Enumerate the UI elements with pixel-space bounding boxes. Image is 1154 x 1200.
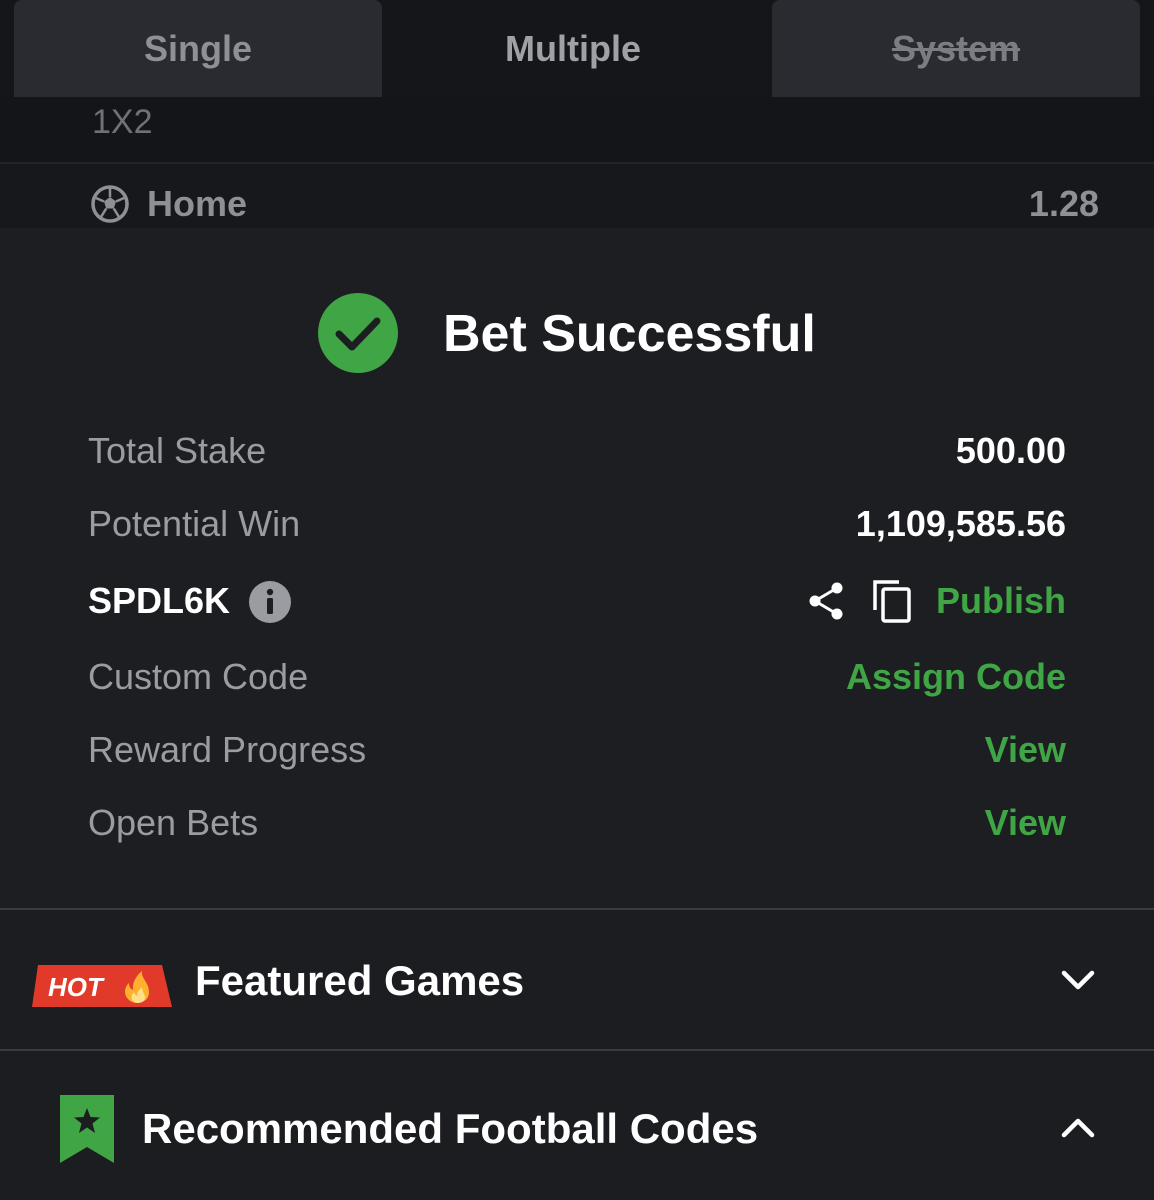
info-icon[interactable] — [248, 580, 292, 624]
potential-win-row: Potential Win 1,109,585.56 — [88, 499, 1066, 549]
soccer-ball-icon — [91, 185, 129, 223]
open-bets-view-link[interactable]: View — [985, 798, 1066, 848]
share-icon[interactable] — [806, 580, 848, 622]
bookmark-star-icon — [60, 1095, 114, 1163]
featured-games-section[interactable]: HOT Featured Games — [0, 910, 1154, 1049]
potential-win-value: 1,109,585.56 — [855, 503, 1066, 544]
total-stake-label: Total Stake — [88, 430, 267, 471]
market-label: 1X2 — [92, 103, 153, 141]
open-bets-row: Open Bets View — [88, 798, 1066, 848]
selection-row[interactable]: Home 1.28 — [0, 164, 1154, 228]
recommended-codes-section[interactable]: Recommended Football Codes — [0, 1051, 1154, 1200]
chevron-down-icon[interactable] — [1058, 960, 1098, 1000]
publish-link[interactable]: Publish — [936, 576, 1066, 626]
selection-odds: 1.28 — [1028, 183, 1099, 224]
bet-type-tabs: Single Multiple System — [0, 0, 1154, 97]
assign-code-link[interactable]: Assign Code — [846, 652, 1066, 702]
tab-system[interactable]: System — [772, 0, 1140, 97]
total-stake-value: 500.00 — [955, 430, 1066, 471]
featured-games-title: Featured Games — [195, 957, 525, 1004]
tab-single[interactable]: Single — [14, 0, 382, 97]
betslip-selection: 1X2 Home 1.28 — [0, 97, 1154, 228]
success-header: Bet Successful — [0, 292, 1154, 376]
open-bets-label: Open Bets — [88, 802, 259, 843]
tab-multiple[interactable]: Multiple — [392, 0, 754, 97]
bet-confirmation-page: Single Multiple System 1X2 Home 1.28 Bet… — [0, 0, 1154, 1200]
bet-success-panel: Bet Successful Total Stake 500.00 Potent… — [0, 228, 1154, 908]
reward-progress-row: Reward Progress View — [88, 725, 1066, 775]
selection-name: Home — [147, 183, 248, 224]
custom-code-row: Custom Code Assign Code — [88, 652, 1066, 702]
hot-badge: HOT — [32, 965, 172, 1007]
recommended-codes-title: Recommended Football Codes — [142, 1105, 759, 1152]
booking-code: SPDL6K — [88, 580, 231, 621]
custom-code-label: Custom Code — [88, 656, 309, 697]
potential-win-label: Potential Win — [88, 503, 301, 544]
chevron-up-icon[interactable] — [1058, 1108, 1098, 1148]
total-stake-row: Total Stake 500.00 — [88, 426, 1066, 476]
reward-progress-label: Reward Progress — [88, 729, 367, 770]
booking-code-row: SPDL6K Publish — [88, 576, 1066, 626]
success-title: Bet Successful — [443, 305, 816, 363]
copy-icon[interactable] — [871, 578, 913, 624]
check-circle-icon — [318, 293, 398, 373]
reward-progress-view-link[interactable]: View — [985, 725, 1066, 775]
hot-badge-label: HOT — [48, 972, 105, 1002]
